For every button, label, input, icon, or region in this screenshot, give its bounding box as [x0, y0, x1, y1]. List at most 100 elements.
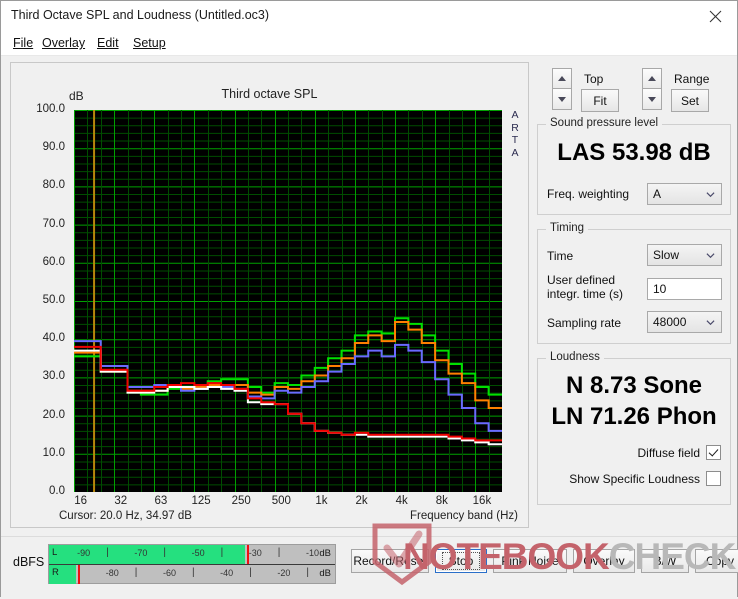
time-label: Time [547, 249, 573, 263]
specific-loudness-checkbox[interactable] [706, 471, 721, 486]
x-axis-tick: 32 [101, 495, 141, 507]
loudness-group: Loudness N 8.73 Sone LN 71.26 Phon Diffu… [537, 358, 731, 505]
arrow-down-icon [558, 97, 566, 102]
top-spinner[interactable] [552, 68, 572, 110]
x-axis-tick: 16k [462, 495, 502, 507]
menu-setup[interactable]: Setup [129, 35, 170, 51]
level-meter-tick: -70 [134, 548, 147, 558]
x-axis-tick: 63 [141, 495, 181, 507]
y-axis-tick: 100.0 [19, 103, 65, 115]
app-window: Third Octave SPL and Loudness (Untitled.… [0, 0, 738, 597]
arrow-up-icon [558, 76, 566, 81]
close-button[interactable] [693, 1, 737, 32]
chevron-down-icon [706, 251, 715, 260]
range-label: Range [674, 72, 709, 86]
range-spinner-down[interactable] [642, 89, 662, 110]
arta-letter-a1: A [506, 109, 524, 122]
range-spinner[interactable] [642, 68, 662, 110]
chart-title: Third octave SPL [11, 87, 528, 101]
level-meter-channel-label: R [52, 567, 59, 578]
stop-button[interactable]: Stop [435, 549, 487, 573]
y-axis-tick: 70.0 [19, 218, 65, 230]
x-axis-tick: 500 [261, 495, 301, 507]
chevron-down-icon [706, 318, 715, 327]
button-label: Overlay [583, 554, 624, 568]
level-meter-tick: -50 [192, 548, 205, 558]
level-meter-tick: -90 [77, 548, 90, 558]
title-bar: Third Octave SPL and Loudness (Untitled.… [1, 1, 737, 33]
scale-controls-row: Top Fit Range Set [537, 62, 731, 112]
integration-time-label-line1: User defined [547, 273, 615, 287]
top-spinner-down[interactable] [552, 89, 572, 110]
pink-noise-button[interactable]: Pink Noise [493, 549, 567, 573]
chart-plot-area[interactable] [74, 110, 502, 492]
y-axis-tick: 0.0 [19, 485, 65, 497]
level-meter-tick: -30 [249, 548, 262, 558]
level-meter-channel-label: L [52, 547, 57, 558]
range-set-button[interactable]: Set [671, 89, 709, 112]
specific-loudness-row[interactable]: Show Specific Loudness [569, 471, 721, 486]
level-meter-tick: -10 [306, 548, 319, 558]
freq-weighting-select[interactable]: A [647, 183, 722, 205]
x-axis-tick: 4k [382, 495, 422, 507]
loudness-sone-value: N 8.73 Sone [538, 372, 730, 400]
time-select[interactable]: Slow [647, 244, 722, 266]
y-axis-tick: 60.0 [19, 256, 65, 268]
window-title: Third Octave SPL and Loudness (Untitled.… [11, 8, 269, 22]
sampling-rate-select[interactable]: 48000 [647, 311, 722, 333]
level-meter-tick-mark: | [135, 567, 138, 578]
level-meter-tick-mark: | [278, 547, 281, 558]
integration-time-input[interactable]: 10 [647, 278, 722, 300]
sound-pressure-level-group: Sound pressure level LAS 53.98 dB Freq. … [537, 124, 731, 215]
b-w-button[interactable]: B/W [641, 549, 689, 573]
bottom-bar: dBFS L-90|-70|-50|-30|-10|dB R-80|-60|-4… [1, 536, 737, 597]
button-label: B/W [654, 554, 677, 568]
specific-loudness-label: Show Specific Loudness [569, 472, 700, 486]
freq-weighting-label: Freq. weighting [547, 187, 629, 201]
arta-letter-a2: A [506, 147, 524, 160]
arrow-down-icon [648, 97, 656, 102]
arta-watermark: A R T A [506, 109, 524, 159]
level-meter-peak-marker [78, 565, 80, 584]
menu-overlay[interactable]: Overlay [38, 35, 89, 51]
x-axis-tick: 8k [422, 495, 462, 507]
y-axis-tick: 10.0 [19, 447, 65, 459]
copy-button[interactable]: Copy [695, 549, 738, 573]
dbfs-label: dBFS [13, 555, 44, 569]
menu-file[interactable]: File [9, 35, 37, 51]
button-label: Record/Reset [353, 554, 426, 568]
arta-letter-r: R [506, 122, 524, 135]
time-value: Slow [653, 248, 679, 262]
top-spinner-up[interactable] [552, 68, 572, 89]
diffuse-field-checkbox[interactable] [706, 445, 721, 460]
y-axis-tick: 50.0 [19, 294, 65, 306]
diffuse-field-row[interactable]: Diffuse field [638, 445, 721, 460]
chart-panel: Third octave SPL dB A R T A 100.090.080.… [10, 62, 529, 528]
spl-value: LAS 53.98 dB [538, 139, 730, 167]
level-meter[interactable]: L-90|-70|-50|-30|-10|dB R-80|-60|-40|-20… [48, 544, 336, 584]
sampling-rate-value: 48000 [653, 315, 686, 329]
spl-group-legend: Sound pressure level [546, 117, 662, 129]
button-label: Pink Noise [501, 554, 558, 568]
y-axis-tick: 30.0 [19, 370, 65, 382]
loudness-phon-value: LN 71.26 Phon [538, 403, 730, 431]
level-meter-tick: -60 [163, 568, 176, 578]
overlay-button[interactable]: Overlay [573, 549, 635, 573]
y-axis-tick: 90.0 [19, 141, 65, 153]
chart-x-axis-label: Frequency band (Hz) [410, 510, 518, 522]
level-meter-tick-mark: | [249, 567, 252, 578]
menu-setup-label: Setup [133, 36, 166, 50]
x-axis-tick: 125 [181, 495, 221, 507]
timing-group: Timing Time Slow User defined integr. ti… [537, 229, 731, 344]
integration-time-value: 10 [653, 282, 666, 296]
timing-group-legend: Timing [546, 222, 588, 234]
menu-edit[interactable]: Edit [93, 35, 123, 51]
range-spinner-up[interactable] [642, 68, 662, 89]
y-axis-tick: 40.0 [19, 332, 65, 344]
record-reset-button[interactable]: Record/Reset [351, 549, 429, 573]
diffuse-field-label: Diffuse field [638, 446, 700, 460]
x-axis-tick: 2k [342, 495, 382, 507]
top-label: Top [584, 72, 603, 86]
menu-bar: File Overlay Edit Setup [1, 32, 737, 55]
top-fit-button[interactable]: Fit [581, 89, 619, 112]
